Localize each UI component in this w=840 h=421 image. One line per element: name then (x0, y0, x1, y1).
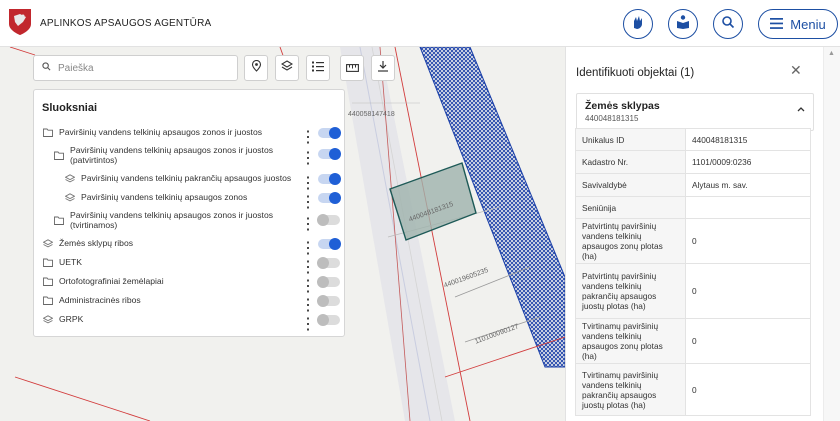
top-header: APLINKOS APSAUGOS AGENTŪRA Meniu (0, 0, 840, 47)
result-card: Žemės sklypas 440048181315 (576, 93, 814, 131)
more-options-icon[interactable]: ⋮ (300, 192, 316, 212)
folder-icon (54, 151, 64, 160)
layers-icon (65, 173, 75, 182)
measure-button[interactable] (340, 55, 364, 81)
folder-icon (43, 277, 53, 286)
more-options-icon[interactable]: ⋮ (300, 295, 316, 315)
search-icon (721, 15, 735, 34)
layers-icon (280, 59, 294, 77)
folder-icon (43, 258, 53, 267)
menu-label: Meniu (790, 16, 826, 32)
table-row: Seniūnija (575, 196, 811, 219)
map-search-input[interactable]: Paieška (33, 55, 238, 81)
layer-visibility-toggle[interactable] (317, 276, 340, 288)
parcel-label: 440058147418 (348, 111, 395, 118)
search-placeholder: Paieška (58, 62, 94, 74)
more-options-icon[interactable]: ⋮ (300, 148, 316, 168)
folder-icon (43, 296, 53, 305)
coat-of-arms-logo[interactable] (8, 8, 32, 36)
layer-visibility-toggle[interactable] (318, 173, 341, 185)
hamburger-icon (770, 17, 784, 32)
agency-name: APLINKOS APSAUGOS AGENTŪRA (40, 18, 212, 29)
layer-visibility-toggle[interactable] (317, 295, 340, 307)
layers-button[interactable] (275, 55, 299, 81)
layers-panel: Sluoksniai Paviršinių vandens telkinių a… (33, 89, 345, 337)
result-card-title: Žemės sklypas (585, 100, 660, 112)
result-card-header[interactable]: Žemės sklypas 440048181315 (577, 94, 813, 130)
more-options-icon[interactable]: ⋮ (300, 276, 316, 296)
chevron-up-icon[interactable] (797, 104, 805, 115)
table-row: Patvirtintų paviršinių vandens telkinių … (575, 263, 811, 319)
legend-button[interactable] (306, 55, 330, 81)
more-options-icon[interactable]: ⋮ (300, 314, 316, 334)
download-icon (377, 59, 389, 77)
table-row: Tvirtinamų paviršinių vandens telkinių p… (575, 363, 811, 416)
close-icon[interactable]: ✕ (790, 62, 802, 79)
table-row: Tvirtinamų paviršinių vandens telkinių a… (575, 318, 811, 364)
folder-icon (43, 128, 53, 137)
download-button[interactable] (371, 55, 395, 81)
layer-visibility-toggle[interactable] (317, 257, 340, 269)
table-row: Savivaldybė Alytaus m. sav. (575, 173, 811, 197)
more-options-icon[interactable]: ⋮ (300, 238, 316, 258)
layer-visibility-toggle[interactable] (318, 127, 341, 139)
layer-visibility-toggle[interactable] (318, 148, 341, 160)
table-row: Unikalus ID 440048181315 (575, 128, 811, 151)
layers-panel-title: Sluoksniai (42, 102, 98, 114)
folder-icon (54, 216, 64, 225)
more-options-icon[interactable]: ⋮ (300, 173, 316, 193)
table-row: Kadastro Nr. 1101/0009:0236 (575, 150, 811, 174)
more-options-icon[interactable]: ⋮ (300, 214, 316, 234)
search-button[interactable] (713, 9, 743, 39)
easy-read-button[interactable] (668, 9, 698, 39)
list-icon (312, 59, 324, 77)
result-card-subtitle: 440048181315 (585, 114, 639, 123)
attributes-table: Unikalus ID 440048181315 Kadastro Nr. 1101… (575, 128, 811, 416)
location-pin-icon (251, 59, 262, 77)
menu-button[interactable]: Meniu (758, 9, 838, 39)
scroll-up-icon[interactable]: ▲ (828, 50, 835, 57)
panel-scrollbar[interactable]: ▲ (823, 47, 840, 421)
search-icon (42, 62, 51, 74)
ruler-icon (345, 59, 359, 77)
more-options-icon[interactable]: ⋮ (300, 127, 316, 147)
layers-icon (43, 238, 53, 247)
layer-visibility-toggle[interactable] (318, 238, 341, 250)
reading-person-icon (675, 14, 691, 35)
more-options-icon[interactable]: ⋮ (300, 257, 316, 277)
identify-panel-title: Identifikuoti objektai (1) (576, 67, 695, 79)
table-row: Patvirtintų paviršinių vandens telkinių … (575, 218, 811, 264)
location-button[interactable] (244, 55, 268, 81)
sign-language-button[interactable] (623, 9, 653, 39)
layer-visibility-toggle[interactable] (317, 214, 340, 226)
layer-visibility-toggle[interactable] (318, 192, 341, 204)
layers-icon (65, 192, 75, 201)
sign-language-icon (630, 14, 646, 35)
layer-visibility-toggle[interactable] (317, 314, 340, 326)
layers-icon (43, 314, 53, 323)
